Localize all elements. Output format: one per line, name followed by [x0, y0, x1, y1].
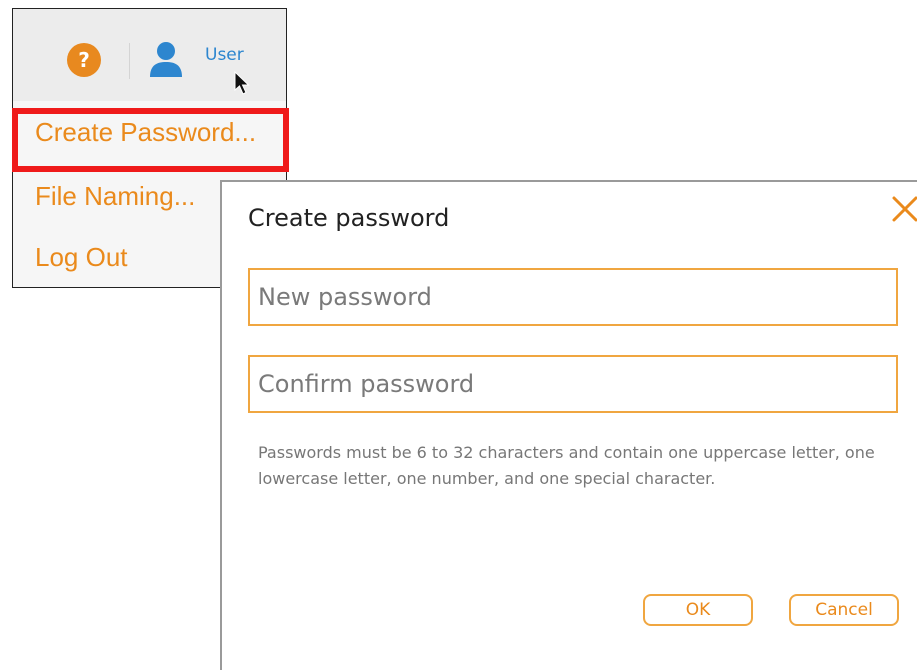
- cursor-icon: [234, 71, 250, 95]
- ok-button[interactable]: OK: [643, 594, 753, 626]
- password-requirements-hint: Passwords must be 6 to 32 characters and…: [258, 443, 875, 488]
- header-divider: [129, 43, 130, 79]
- confirm-password-field[interactable]: [248, 355, 898, 413]
- user-icon[interactable]: [147, 39, 185, 79]
- create-password-dialog: Create password Passwords must be 6 to 3…: [220, 180, 917, 670]
- menu-item-create-password[interactable]: Create Password...: [35, 117, 256, 148]
- cancel-button[interactable]: Cancel: [789, 594, 899, 626]
- menu-header: ? User: [13, 9, 286, 101]
- new-password-field[interactable]: [248, 268, 898, 326]
- help-icon[interactable]: ?: [67, 43, 101, 77]
- dialog-title: Create password: [248, 204, 450, 232]
- menu-item-file-naming[interactable]: File Naming...: [35, 181, 195, 212]
- close-icon[interactable]: [890, 194, 917, 224]
- user-label[interactable]: User: [205, 45, 244, 65]
- menu-item-log-out[interactable]: Log Out: [35, 242, 128, 273]
